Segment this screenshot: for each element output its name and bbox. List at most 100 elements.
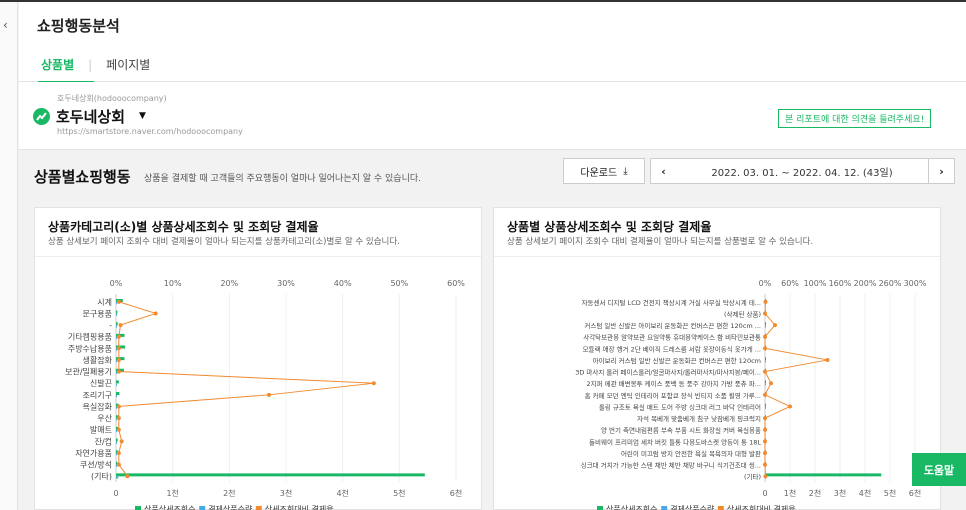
category-label: 생활잡화 bbox=[83, 355, 113, 365]
category-label: 신발끈 bbox=[90, 378, 112, 388]
next-period-button[interactable]: › bbox=[928, 158, 955, 184]
category-label: 보관/밀폐용기 bbox=[65, 367, 112, 377]
category-label: 돌비웨이 프리미엄 세차 버킷 틀통 다용도바스켓 양동이 통 18L bbox=[589, 437, 761, 446]
category-label: 아이보리 커스텀 일반 신발끈 운동화끈 컨버스끈 편한 120cm bbox=[593, 356, 761, 365]
legend-swatch bbox=[135, 506, 141, 510]
legend-swatch bbox=[717, 506, 724, 510]
top-axis-tick-label: 60% bbox=[447, 279, 465, 288]
bar-purchases bbox=[116, 406, 117, 409]
bar-purchases bbox=[116, 360, 117, 363]
top-axis-tick-label: 60% bbox=[781, 279, 799, 288]
category-label: 3D 마사지 롤러 페이스롤러/얼굴마사지/롤러마사지/마사지봉/페이... bbox=[575, 368, 761, 377]
product-chart-card: 상품별 상품상세조회수 및 조회당 결제율 상품 상세보기 페이지 조회수 대비… bbox=[493, 207, 941, 510]
category-label: 자연가용품 bbox=[75, 449, 112, 458]
top-axis-tick-label: 10% bbox=[164, 279, 182, 288]
bottom-axis-tick-label: 0 bbox=[762, 489, 767, 498]
point-conversion-rate bbox=[763, 416, 767, 421]
point-conversion-rate bbox=[763, 474, 768, 479]
date-range[interactable]: 2022. 03. 01. ~ 2022. 04. 12. (43일) bbox=[676, 158, 928, 184]
bar-purchases bbox=[116, 476, 119, 479]
bar-purchases bbox=[116, 453, 117, 456]
category-chart-card: 상품카테고리(소)별 상품상세조회수 및 조회당 결제율 상품 상세보기 페이지… bbox=[34, 207, 482, 510]
top-axis-tick-label: 100% bbox=[804, 279, 827, 288]
legend-label: 상품상세조회수 bbox=[606, 504, 658, 510]
chevron-left-icon[interactable]: ‹ bbox=[3, 18, 8, 32]
bar-views bbox=[116, 473, 425, 477]
bottom-axis-tick-label: 6천 bbox=[909, 488, 921, 498]
store-name-dropdown[interactable]: 호두네상회 bbox=[56, 106, 125, 127]
chart-title: 상품별 상품상세조회수 및 조회당 결제율 bbox=[507, 220, 712, 234]
chart-title: 상품카테고리(소)별 상품상세조회수 및 조회당 결제율 bbox=[48, 220, 319, 234]
point-conversion-rate bbox=[763, 369, 767, 374]
point-conversion-rate bbox=[118, 323, 123, 328]
point-conversion-rate bbox=[116, 334, 121, 339]
bar-purchases bbox=[116, 313, 117, 316]
point-conversion-rate bbox=[763, 462, 767, 467]
top-axis-tick-label: 300% bbox=[904, 279, 927, 288]
legend-swatch bbox=[199, 506, 206, 510]
help-button[interactable]: 도움말 bbox=[912, 453, 966, 486]
point-conversion-rate bbox=[116, 346, 121, 351]
bar-purchases bbox=[116, 383, 117, 386]
store-info: 호두네상회(hodooocompany) 호두네상회 ▼ https://sma… bbox=[19, 82, 966, 150]
tab-by-product[interactable]: 상품별 bbox=[41, 56, 74, 73]
point-conversion-rate bbox=[788, 404, 792, 409]
point-conversion-rate bbox=[125, 474, 130, 479]
category-label: 문구용품 bbox=[83, 309, 112, 318]
category-label: 발매트 bbox=[90, 425, 112, 435]
top-axis-tick-label: 50% bbox=[390, 279, 408, 288]
bottom-axis-tick-label: 2천 bbox=[223, 488, 235, 498]
top-axis-tick-label: 40% bbox=[334, 279, 352, 288]
point-conversion-rate bbox=[773, 323, 777, 328]
category-label: 기타캠핑용품 bbox=[68, 332, 112, 342]
bottom-axis-tick-label: 0 bbox=[113, 489, 118, 498]
category-label: 조리기구 bbox=[83, 391, 112, 400]
category-label: 홈 카페 모던 엔틱 인테리어 포함쿄 장식 빈티지 소품 횔영 가루... bbox=[585, 391, 761, 400]
category-label: - bbox=[109, 321, 112, 330]
bottom-axis-tick-label: 5천 bbox=[393, 488, 405, 498]
bar-views bbox=[116, 438, 118, 442]
top-axis-tick-label: 160% bbox=[829, 279, 852, 288]
bottom-axis-tick-label: 1천 bbox=[166, 488, 178, 498]
bottom-axis-tick-label: 6천 bbox=[450, 488, 462, 498]
point-conversion-rate bbox=[763, 427, 767, 432]
section-header: 상품별쇼핑행동 상품을 결제할 때 고객들의 주요행동이 얼마나 일어나는지 알… bbox=[19, 150, 966, 200]
point-conversion-rate bbox=[763, 346, 767, 351]
category-label: 자석 목베개 맞춤베개 침구 낮잠베개 핑크럭지 bbox=[637, 414, 761, 423]
legend-swatch bbox=[597, 506, 603, 510]
point-conversion-rate bbox=[153, 311, 158, 316]
bar-purchases bbox=[116, 302, 117, 305]
category-label: 우산 bbox=[97, 413, 112, 423]
bar-purchases bbox=[116, 430, 117, 433]
bottom-axis-tick-label: 2천 bbox=[809, 488, 821, 498]
prev-period-button[interactable]: ‹ bbox=[650, 158, 677, 184]
side-collapse-bar[interactable]: ‹ bbox=[0, 2, 18, 510]
category-label: (기타) bbox=[744, 472, 761, 481]
bar-views bbox=[765, 403, 766, 407]
product-chart: 0% 60% 100% 160% 200% 260% 300% 자동센서 디지털 LCD 건전… bbox=[575, 279, 927, 510]
point-conversion-rate bbox=[116, 357, 121, 362]
chevron-left-icon: ‹ bbox=[661, 164, 666, 178]
bar-purchases bbox=[765, 325, 766, 328]
bar-views bbox=[765, 357, 766, 361]
category-label: 시계 bbox=[97, 297, 112, 307]
store-sub-label: 호두네상회(hodooocompany) bbox=[57, 94, 167, 103]
bar-purchases bbox=[116, 441, 117, 444]
point-conversion-rate bbox=[116, 450, 121, 455]
feedback-button[interactable]: 본 리포트에 대한 의견을 들려주세요! bbox=[778, 109, 932, 128]
point-conversion-rate bbox=[769, 381, 773, 386]
category-label: 잔/컵 bbox=[95, 436, 112, 446]
legend-swatch bbox=[661, 506, 668, 510]
tab-by-page[interactable]: 페이지별 bbox=[106, 56, 150, 73]
category-label: 롤링 규조토 욕실 매트 도어 주방 싱크대 러그 바닥 인테리어 bbox=[599, 402, 761, 411]
category-label: 쿠션/방석 bbox=[80, 460, 112, 470]
download-button[interactable]: 다운로드 ⤓ bbox=[563, 158, 645, 184]
point-conversion-rate bbox=[116, 462, 121, 467]
tab-separator: | bbox=[88, 57, 93, 72]
bar-purchases bbox=[116, 395, 117, 398]
category-chart: 0% 10% 20% 30% 40% 50% 60% 시계문구용품 - 기타캠핑용품주방수납용품생… bbox=[65, 279, 465, 510]
bar-views bbox=[116, 322, 118, 326]
bar-purchases bbox=[116, 371, 117, 374]
point-conversion-rate bbox=[371, 381, 376, 386]
caret-down-icon[interactable]: ▼ bbox=[139, 111, 146, 121]
